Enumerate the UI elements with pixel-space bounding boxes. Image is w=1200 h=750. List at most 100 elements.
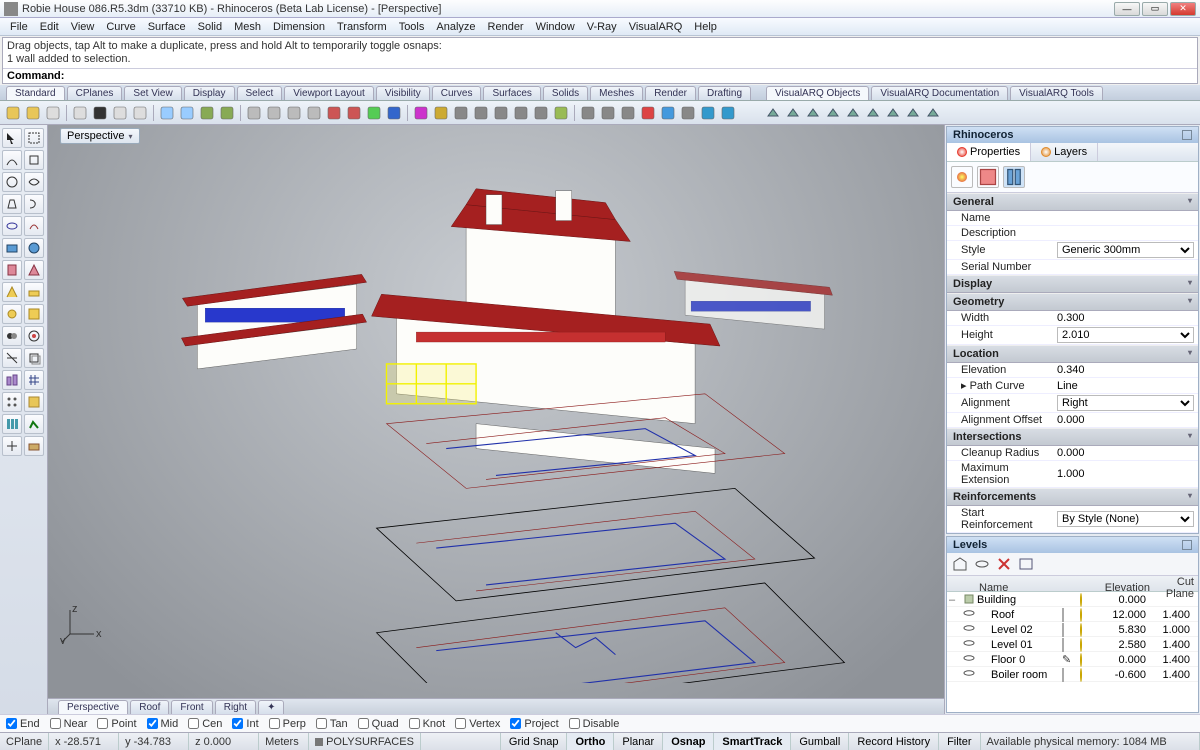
varq-tab-0[interactable]: VisualARQ Objects (766, 86, 869, 100)
left-tool-12[interactable] (2, 260, 22, 280)
new-building-icon[interactable] (952, 556, 968, 572)
toolbar-tab-visibility[interactable]: Visibility (376, 86, 430, 100)
toolbar-icon-16[interactable] (345, 104, 363, 122)
toolbar-icon-13[interactable] (285, 104, 303, 122)
left-tool-10[interactable] (2, 238, 22, 258)
toolbar-icon-7[interactable] (158, 104, 176, 122)
osnap-vertex[interactable]: Vertex (455, 718, 500, 730)
left-tool-29[interactable] (24, 436, 44, 456)
osnap-perp[interactable]: Perp (269, 718, 306, 730)
varq-icon-1[interactable] (784, 104, 802, 122)
left-tool-20[interactable] (2, 348, 22, 368)
left-tool-22[interactable] (2, 370, 22, 390)
toolbar-tab-cplanes[interactable]: CPlanes (67, 86, 123, 100)
toolbar-icon-28[interactable] (599, 104, 617, 122)
material-icon[interactable] (977, 166, 999, 188)
status-toggle-record-history[interactable]: Record History (849, 733, 939, 750)
left-tool-3[interactable] (24, 150, 44, 170)
toolbar-icon-14[interactable] (305, 104, 323, 122)
status-toggle-planar[interactable]: Planar (614, 733, 663, 750)
osnap-point[interactable]: Point (97, 718, 136, 730)
close-button[interactable]: ✕ (1170, 2, 1196, 16)
osnap-end[interactable]: End (6, 718, 40, 730)
levels-options-icon[interactable] (1018, 556, 1034, 572)
left-tool-16[interactable] (2, 304, 22, 324)
menu-curve[interactable]: Curve (100, 21, 141, 33)
status-toggle-gumball[interactable]: Gumball (791, 733, 849, 750)
varq-icon-3[interactable] (824, 104, 842, 122)
toolbar-icon-22[interactable] (472, 104, 490, 122)
toolbar-tab-set-view[interactable]: Set View (124, 86, 181, 100)
toolbar-icon-19[interactable] (412, 104, 430, 122)
menu-edit[interactable]: Edit (34, 21, 65, 33)
left-tool-24[interactable] (2, 392, 22, 412)
varq-icon-7[interactable] (904, 104, 922, 122)
toolbar-icon-18[interactable] (385, 104, 403, 122)
prop-select-alignment[interactable]: Right (1057, 395, 1194, 411)
osnap-int[interactable]: Int (232, 718, 258, 730)
varq-icon-4[interactable] (844, 104, 862, 122)
left-tool-2[interactable] (2, 150, 22, 170)
level-row-boiler-room[interactable]: Boiler room-0.6001.400 (947, 667, 1198, 682)
level-row-roof[interactable]: Roof12.0001.400 (947, 607, 1198, 622)
left-tool-17[interactable] (24, 304, 44, 324)
toolbar-tab-display[interactable]: Display (184, 86, 235, 100)
menu-surface[interactable]: Surface (142, 21, 192, 33)
menu-render[interactable]: Render (482, 21, 530, 33)
left-tool-0[interactable] (2, 128, 22, 148)
left-tool-4[interactable] (2, 172, 22, 192)
viewport-tab-roof[interactable]: Roof (130, 700, 169, 714)
viewport-tab-add[interactable]: ✦ (258, 700, 284, 714)
left-tool-19[interactable] (24, 326, 44, 346)
properties-tab-properties[interactable]: Properties (947, 143, 1031, 161)
wall-properties-icon[interactable] (1003, 166, 1025, 188)
toolbar-icon-26[interactable] (552, 104, 570, 122)
toolbar-icon-24[interactable] (512, 104, 530, 122)
osnap-project[interactable]: Project (510, 718, 558, 730)
delete-level-icon[interactable] (996, 556, 1012, 572)
left-tool-14[interactable] (2, 282, 22, 302)
status-units[interactable]: Meters (259, 733, 309, 750)
section-display[interactable]: Display (947, 275, 1198, 293)
osnap-cen[interactable]: Cen (188, 718, 222, 730)
new-level-icon[interactable] (974, 556, 990, 572)
status-toggle-osnap[interactable]: Osnap (663, 733, 714, 750)
toolbar-tab-surfaces[interactable]: Surfaces (483, 86, 540, 100)
prop-select-style[interactable]: Generic 300mm (1057, 242, 1194, 258)
toolbar-icon-31[interactable] (659, 104, 677, 122)
menu-solid[interactable]: Solid (192, 21, 228, 33)
toolbar-icon-3[interactable] (71, 104, 89, 122)
toolbar-icon-32[interactable] (679, 104, 697, 122)
left-tool-15[interactable] (24, 282, 44, 302)
left-tool-27[interactable] (24, 414, 44, 434)
osnap-disable[interactable]: Disable (569, 718, 620, 730)
menu-mesh[interactable]: Mesh (228, 21, 267, 33)
left-tool-1[interactable] (24, 128, 44, 148)
toolbar-tab-meshes[interactable]: Meshes (590, 86, 643, 100)
toolbar-tab-select[interactable]: Select (237, 86, 283, 100)
left-tool-6[interactable] (2, 194, 22, 214)
toolbar-icon-2[interactable] (44, 104, 62, 122)
varq-icon-0[interactable] (764, 104, 782, 122)
left-tool-13[interactable] (24, 260, 44, 280)
toolbar-icon-17[interactable] (365, 104, 383, 122)
section-geometry[interactable]: Geometry (947, 293, 1198, 311)
toolbar-icon-20[interactable] (432, 104, 450, 122)
maximize-button[interactable]: ▭ (1142, 2, 1168, 16)
left-tool-11[interactable] (24, 238, 44, 258)
toolbar-icon-30[interactable] (639, 104, 657, 122)
toolbar-icon-9[interactable] (198, 104, 216, 122)
viewport-tab-perspective[interactable]: Perspective (58, 700, 128, 714)
menu-dimension[interactable]: Dimension (267, 21, 331, 33)
varq-icon-5[interactable] (864, 104, 882, 122)
toolbar-icon-11[interactable] (245, 104, 263, 122)
level-row-floor-0[interactable]: Floor 0✎0.0001.400 (947, 652, 1198, 667)
perspective-viewport[interactable] (48, 125, 944, 698)
section-reinforcements[interactable]: Reinforcements (947, 488, 1198, 506)
viewport-tab-front[interactable]: Front (171, 700, 212, 714)
level-row-level-01[interactable]: Level 012.5801.400 (947, 637, 1198, 652)
menu-help[interactable]: Help (688, 21, 723, 33)
menu-transform[interactable]: Transform (331, 21, 393, 33)
status-toggle-grid-snap[interactable]: Grid Snap (501, 733, 568, 750)
pin-icon[interactable] (1182, 540, 1192, 550)
